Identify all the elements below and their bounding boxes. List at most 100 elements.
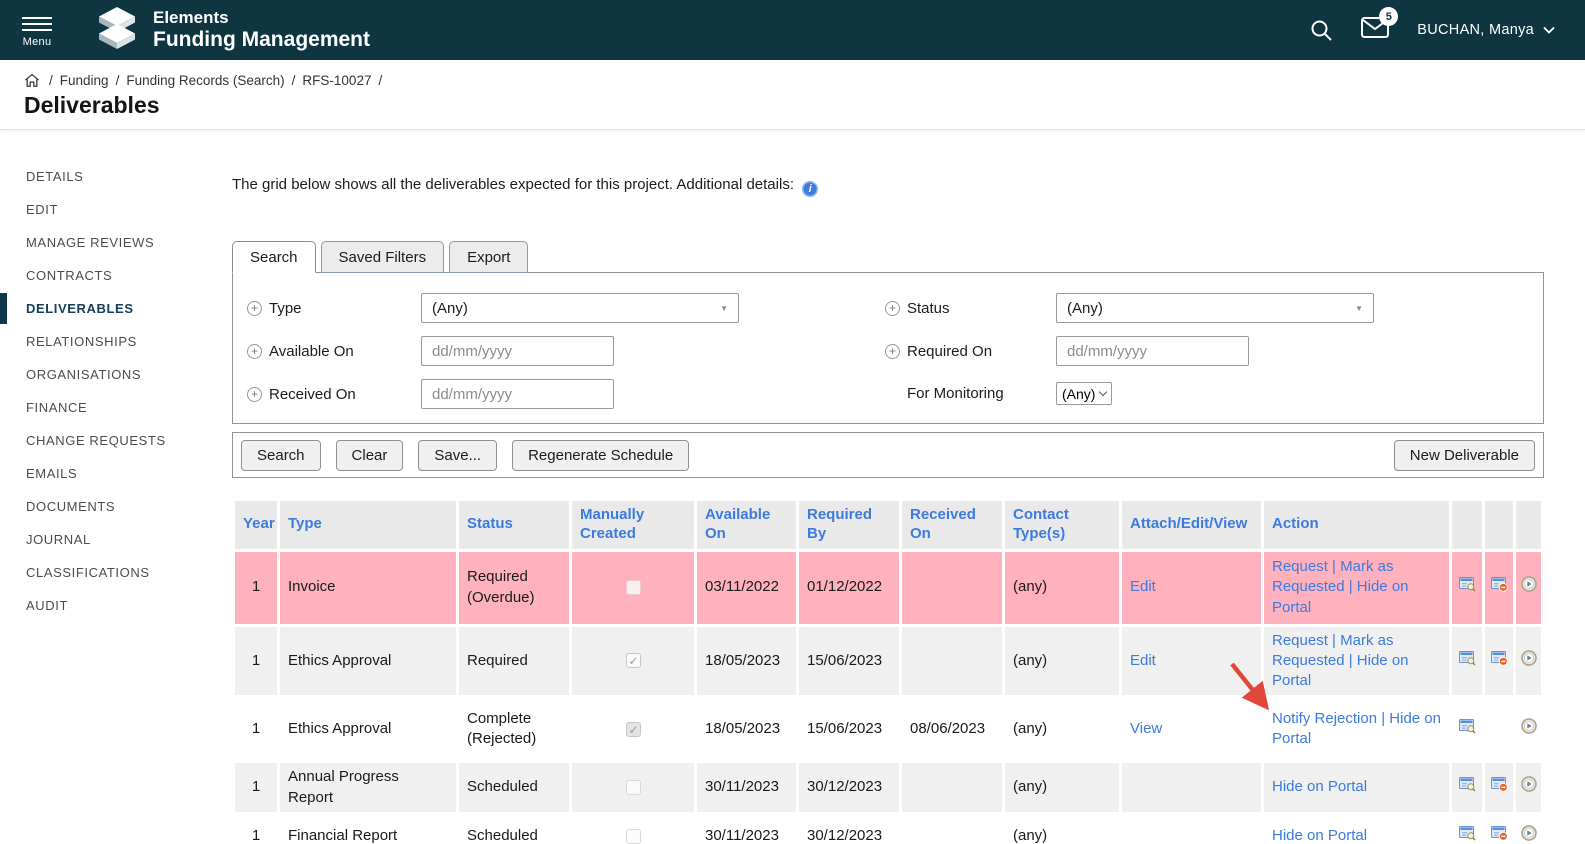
- status-filter-label: Status: [907, 300, 1056, 317]
- remove-icon[interactable]: [1491, 650, 1508, 666]
- expand-filter-icon[interactable]: +: [885, 344, 900, 359]
- sidebar-item-journal[interactable]: JOURNAL: [0, 523, 232, 556]
- status-filter-select[interactable]: (Any) ▼: [1056, 293, 1374, 323]
- user-menu[interactable]: BUCHAN, Manya: [1417, 22, 1555, 38]
- tab-search[interactable]: Search: [232, 241, 316, 273]
- search-button[interactable]: Search: [241, 440, 321, 471]
- breadcrumb-link[interactable]: Funding: [60, 73, 109, 88]
- table-row: 1Financial ReportScheduled30/11/202330/1…: [235, 815, 1541, 844]
- action-link-notify-rejection[interactable]: Notify Rejection: [1272, 710, 1377, 727]
- received-on-date-input[interactable]: [421, 379, 614, 409]
- notifications-button[interactable]: 5: [1361, 17, 1389, 43]
- sidebar-item-relationships[interactable]: RELATIONSHIPS: [0, 325, 232, 358]
- breadcrumb-link[interactable]: RFS-10027: [302, 73, 371, 88]
- column-header-empty: [1516, 501, 1541, 549]
- available-on-date-input[interactable]: [421, 336, 614, 366]
- clear-button[interactable]: Clear: [336, 440, 404, 471]
- view-icon[interactable]: [1459, 718, 1476, 734]
- column-header-attach-edit-view[interactable]: Attach/Edit/View: [1122, 501, 1261, 549]
- sidebar-item-organisations[interactable]: ORGANISATIONS: [0, 358, 232, 391]
- column-header-required-by[interactable]: Required By: [799, 501, 899, 549]
- column-header-year[interactable]: Year: [235, 501, 277, 549]
- clock-icon[interactable]: [1521, 718, 1537, 734]
- sidebar-item-edit[interactable]: EDIT: [0, 193, 232, 226]
- sidebar-item-deliverables[interactable]: DELIVERABLES: [0, 292, 232, 325]
- new-deliverable-button[interactable]: New Deliverable: [1394, 440, 1535, 471]
- expand-filter-icon[interactable]: +: [247, 301, 262, 316]
- search-icon[interactable]: [1310, 19, 1333, 42]
- clock-icon[interactable]: [1521, 650, 1537, 666]
- table-row: 1Ethics ApprovalComplete (Rejected)18/05…: [235, 698, 1541, 760]
- for-monitoring-select[interactable]: (Any): [1056, 382, 1112, 405]
- table-header-row: YearTypeStatusManually CreatedAvailable …: [235, 501, 1541, 549]
- sidebar-item-manage-reviews[interactable]: MANAGE REVIEWS: [0, 226, 232, 259]
- app-logo[interactable]: Elements Funding Management: [94, 5, 370, 56]
- action-link-hide-on-portal[interactable]: Hide on Portal: [1272, 827, 1367, 844]
- home-icon[interactable]: [24, 73, 40, 88]
- menu-button[interactable]: Menu: [22, 13, 52, 48]
- save-button[interactable]: Save...: [418, 440, 497, 471]
- breadcrumb-separator: /: [116, 73, 120, 88]
- manually-created-checkbox[interactable]: [626, 722, 641, 737]
- expand-filter-icon[interactable]: +: [247, 387, 262, 402]
- action-link-request[interactable]: Request: [1272, 558, 1328, 575]
- table-row: 1Annual Progress ReportScheduled30/11/20…: [235, 763, 1541, 812]
- breadcrumb-link[interactable]: Funding Records (Search): [126, 73, 284, 88]
- action-link-hide-on-portal[interactable]: Hide on Portal: [1272, 778, 1367, 795]
- button-bar: Search Clear Save... Regenerate Schedule…: [232, 432, 1544, 478]
- sidebar-item-contracts[interactable]: CONTRACTS: [0, 259, 232, 292]
- clock-icon[interactable]: [1521, 576, 1537, 592]
- column-header-type[interactable]: Type: [280, 501, 456, 549]
- view-icon[interactable]: [1459, 650, 1476, 666]
- available-on-filter-label: Available On: [269, 343, 421, 360]
- manually-created-checkbox[interactable]: [626, 829, 641, 844]
- remove-icon[interactable]: [1491, 825, 1508, 841]
- column-header-status[interactable]: Status: [459, 501, 569, 549]
- filter-panel: + Type (Any) ▼ + Status (Any) ▼ + Availa…: [232, 272, 1544, 424]
- attach-edit-view-link[interactable]: Edit: [1130, 578, 1156, 595]
- type-filter-label: Type: [269, 300, 421, 317]
- table-row: 1InvoiceRequired (Overdue)03/11/202201/1…: [235, 552, 1541, 624]
- user-name: BUCHAN, Manya: [1417, 22, 1534, 38]
- clock-icon[interactable]: [1521, 776, 1537, 792]
- column-header-action[interactable]: Action: [1264, 501, 1449, 549]
- manually-created-checkbox[interactable]: [626, 653, 641, 668]
- elements-logo-icon: [94, 5, 140, 56]
- sidebar-nav: DETAILSEDITMANAGE REVIEWSCONTRACTSDELIVE…: [0, 130, 232, 844]
- chevron-down-icon: [1543, 26, 1555, 34]
- tab-saved-filters[interactable]: Saved Filters: [321, 241, 445, 273]
- sidebar-item-classifications[interactable]: CLASSIFICATIONS: [0, 556, 232, 589]
- breadcrumb-items: /Funding/Funding Records (Search)/RFS-10…: [42, 72, 389, 89]
- column-header-manually-created[interactable]: Manually Created: [572, 501, 694, 549]
- attach-edit-view-link[interactable]: View: [1130, 720, 1162, 737]
- view-icon[interactable]: [1459, 776, 1476, 792]
- sidebar-item-documents[interactable]: DOCUMENTS: [0, 490, 232, 523]
- sidebar-item-finance[interactable]: FINANCE: [0, 391, 232, 424]
- expand-filter-icon[interactable]: +: [885, 301, 900, 316]
- tab-export[interactable]: Export: [449, 241, 528, 273]
- expand-filter-icon[interactable]: +: [247, 344, 262, 359]
- sidebar-item-emails[interactable]: EMAILS: [0, 457, 232, 490]
- clock-icon[interactable]: [1521, 825, 1537, 841]
- manually-created-checkbox[interactable]: [626, 580, 641, 595]
- regenerate-schedule-button[interactable]: Regenerate Schedule: [512, 440, 689, 471]
- remove-icon[interactable]: [1491, 776, 1508, 792]
- attach-edit-view-link[interactable]: Edit: [1130, 652, 1156, 669]
- column-header-contact-type-s-[interactable]: Contact Type(s): [1005, 501, 1119, 549]
- column-header-available-on[interactable]: Available On: [697, 501, 796, 549]
- view-icon[interactable]: [1459, 825, 1476, 841]
- remove-icon[interactable]: [1491, 576, 1508, 592]
- info-icon[interactable]: i: [802, 181, 818, 197]
- manually-created-checkbox[interactable]: [626, 780, 641, 795]
- column-header-received-on[interactable]: Received On: [902, 501, 1002, 549]
- type-filter-select[interactable]: (Any) ▼: [421, 293, 739, 323]
- sidebar-item-change-requests[interactable]: CHANGE REQUESTS: [0, 424, 232, 457]
- tab-bar: SearchSaved FiltersExport: [232, 241, 1544, 272]
- view-icon[interactable]: [1459, 576, 1476, 592]
- required-on-date-input[interactable]: [1056, 336, 1249, 366]
- sidebar-item-audit[interactable]: AUDIT: [0, 589, 232, 622]
- breadcrumb: /Funding/Funding Records (Search)/RFS-10…: [24, 72, 1585, 89]
- product-name-line1: Elements: [153, 8, 370, 28]
- sidebar-item-details[interactable]: DETAILS: [0, 160, 232, 193]
- action-link-request[interactable]: Request: [1272, 632, 1328, 649]
